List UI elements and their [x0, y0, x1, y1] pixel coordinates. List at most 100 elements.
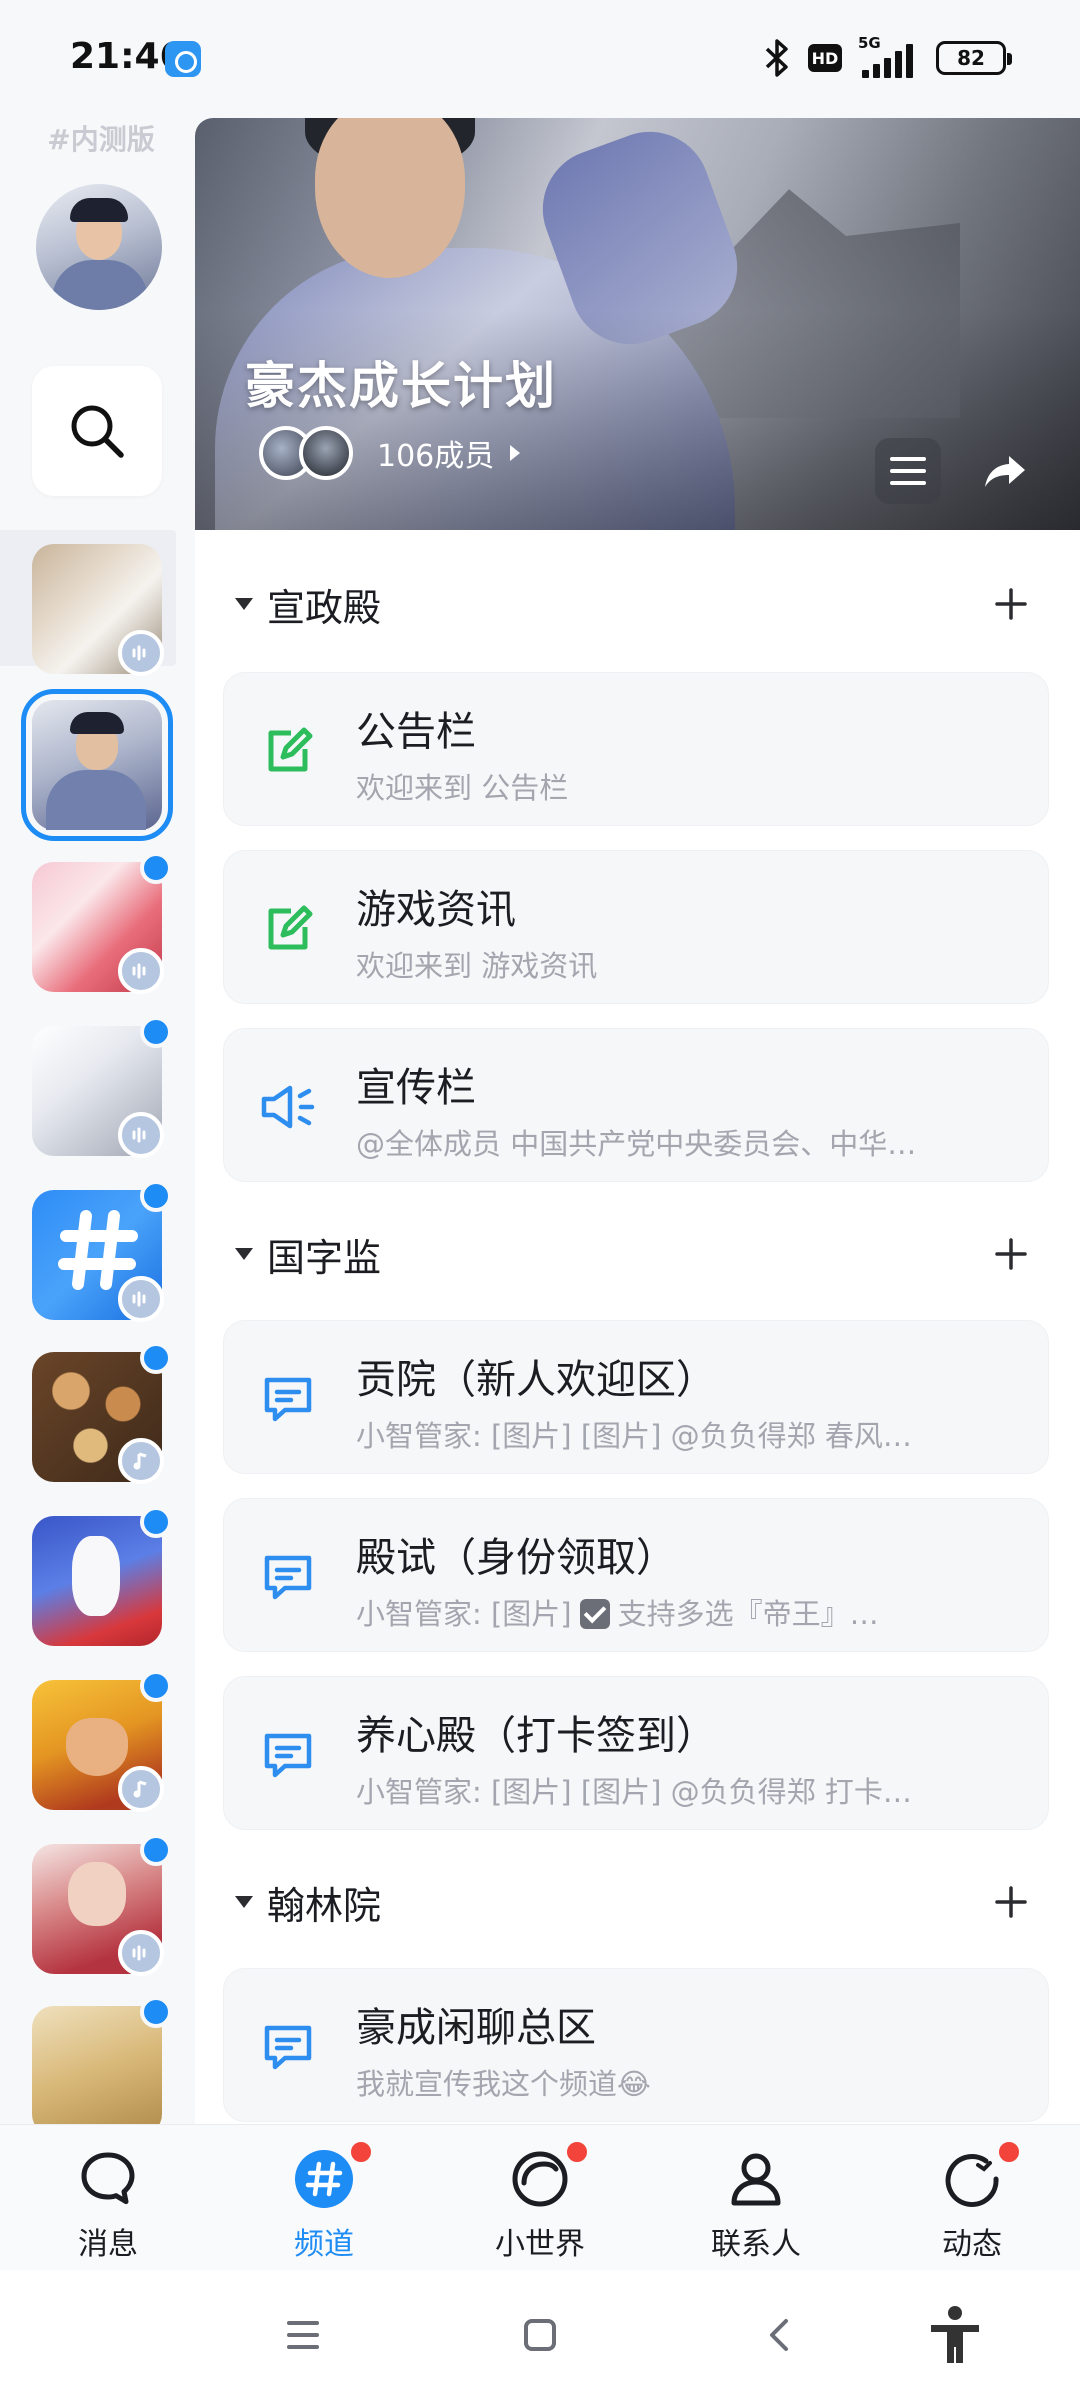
message-icon — [76, 2147, 140, 2211]
guild-icon-rabbit-shanghai[interactable] — [32, 1506, 172, 1646]
channel-name: 贡院（新人欢迎区） — [356, 1357, 716, 1403]
category-header[interactable]: 国字监 — [195, 1214, 1080, 1294]
guild-icon-red-dress-girl[interactable] — [32, 1834, 172, 1976]
add-channel-button[interactable] — [985, 1876, 1037, 1928]
nav-contacts[interactable]: 联系人 — [648, 2125, 864, 2271]
guild-icon-anime-girl-cat[interactable] — [32, 852, 172, 994]
accessibility-icon — [931, 2306, 979, 2363]
music-badge-icon — [118, 1766, 164, 1812]
status-bar: 21:46 HD 5G 82 — [0, 0, 1080, 118]
channel-item[interactable]: 养心殿（打卡签到） 小智管家: [图片] [图片] @负负得郑 打卡… — [223, 1676, 1049, 1830]
member-list-link[interactable]: 106成员 — [259, 426, 521, 480]
guild-icon-dog-photo[interactable] — [32, 544, 164, 676]
search-button[interactable] — [32, 366, 162, 496]
voice-badge-icon — [118, 1112, 164, 1158]
guild-icon-golden-beauty[interactable] — [32, 1996, 172, 2124]
add-channel-button[interactable] — [985, 578, 1037, 630]
share-button[interactable] — [972, 438, 1038, 504]
voice-badge-icon — [118, 948, 164, 994]
unread-dot — [348, 2139, 374, 2165]
plus-icon — [995, 1238, 1027, 1270]
nav-label: 频道 — [294, 2227, 354, 2262]
channel-name: 公告栏 — [356, 709, 476, 755]
guild-icon-channel-hash[interactable] — [32, 1180, 172, 1322]
caret-down-icon — [235, 1248, 253, 1260]
system-nav-bar — [0, 2270, 1080, 2400]
hd-badge: HD — [808, 44, 842, 72]
guild-icon-clash-clans[interactable] — [32, 1670, 172, 1812]
nav-messages[interactable]: 消息 — [0, 2125, 216, 2271]
add-channel-button[interactable] — [985, 1228, 1037, 1280]
caret-down-icon — [235, 1896, 253, 1908]
guild-icon-grey-cat-boy[interactable] — [32, 1016, 172, 1158]
signal-icon: 5G — [858, 34, 920, 78]
bottom-nav: 消息 频道 小世界 联系人 动态 — [0, 2124, 1080, 2270]
guild-name: 豪杰成长计划 — [245, 357, 557, 415]
voice-badge-icon — [118, 1276, 164, 1322]
status-indicators: HD 5G 82 — [762, 34, 1012, 80]
unread-dot — [140, 1342, 172, 1374]
unread-dot — [140, 1670, 172, 1702]
bluetooth-icon — [765, 39, 788, 77]
channel-preview: 小智管家: [图片] [图片] @负负得郑 打卡… — [356, 1775, 912, 1809]
channel-item[interactable]: 公告栏 欢迎来到 公告栏 — [223, 672, 1049, 826]
post-icon — [260, 723, 316, 779]
unread-dot — [140, 1996, 172, 2028]
post-icon — [260, 901, 316, 957]
guild-icon-food-table[interactable] — [32, 1342, 172, 1484]
channel-item[interactable]: 贡院（新人欢迎区） 小智管家: [图片] [图片] @负负得郑 春风… — [223, 1320, 1049, 1474]
chat-icon — [260, 1727, 316, 1783]
unread-dot — [140, 1016, 172, 1048]
beta-tag: #内测版 — [47, 123, 155, 156]
channel-icon — [292, 2147, 356, 2211]
preview-prefix: 小智管家: [图片] — [356, 1597, 572, 1631]
unread-dot — [564, 2139, 590, 2165]
back-icon — [770, 2319, 788, 2351]
unread-dot — [140, 1506, 172, 1538]
guild-rail: #内测版 — [0, 118, 193, 2124]
plus-icon — [995, 588, 1027, 620]
member-count: 106成员 — [377, 439, 495, 474]
channel-preview: 欢迎来到 游戏资讯 — [356, 949, 598, 983]
nav-small-world[interactable]: 小世界 — [432, 2125, 648, 2271]
channel-item[interactable]: 游戏资讯 欢迎来到 游戏资讯 — [223, 850, 1049, 1004]
home-square-icon — [524, 2319, 556, 2351]
chat-icon — [260, 1549, 316, 1605]
category-header[interactable]: 宣政殿 — [195, 564, 1080, 644]
channel-name: 宣传栏 — [356, 1065, 476, 1111]
category-header[interactable]: 翰林院 — [195, 1862, 1080, 1942]
contacts-icon — [724, 2147, 788, 2211]
recents-button[interactable] — [268, 2300, 338, 2370]
channel-item[interactable]: 宣传栏 @全体成员 中国共产党中央委员会、中华… — [223, 1028, 1049, 1182]
nav-activity[interactable]: 动态 — [864, 2125, 1080, 2271]
member-avatars — [259, 426, 361, 480]
channel-item[interactable]: 殿试（身份领取） 小智管家: [图片] 支持多选『帝王』… — [223, 1498, 1049, 1652]
accessibility-button[interactable] — [920, 2300, 990, 2370]
category-name: 翰林院 — [267, 1883, 382, 1928]
checkbox-emoji-icon — [579, 1599, 610, 1629]
guild-menu-button[interactable] — [875, 438, 941, 504]
channel-preview: 小智管家: [图片] 支持多选『帝王』… — [356, 1591, 976, 1633]
channel-name: 豪成闲聊总区 — [356, 2005, 596, 2051]
category-name: 宣政殿 — [267, 585, 382, 630]
user-avatar[interactable] — [36, 184, 162, 310]
nav-channels[interactable]: 频道 — [216, 2125, 432, 2271]
voice-badge-icon — [118, 1930, 164, 1976]
unread-dot — [140, 852, 172, 884]
back-button[interactable] — [745, 2300, 815, 2370]
search-icon — [71, 405, 124, 458]
home-button[interactable] — [505, 2300, 575, 2370]
channel-name: 游戏资讯 — [356, 887, 516, 933]
app-notification-icon — [165, 41, 201, 77]
channel-preview: 小智管家: [图片] [图片] @负负得郑 春风… — [356, 1419, 912, 1453]
chat-icon — [260, 1371, 316, 1427]
channel-item[interactable]: 豪成闲聊总区 我就宣传我这个频道😂 — [223, 1968, 1049, 2122]
preview-suffix: 支持多选『帝王』… — [617, 1597, 879, 1631]
menu-icon — [890, 457, 926, 485]
channel-preview: 欢迎来到 公告栏 — [356, 771, 569, 805]
nav-label: 消息 — [78, 2227, 138, 2262]
nav-label: 小世界 — [495, 2227, 585, 2262]
guild-icon-scholar-guild[interactable] — [21, 689, 173, 841]
voice-badge-icon — [118, 630, 164, 676]
channel-name: 养心殿（打卡签到） — [356, 1713, 716, 1759]
